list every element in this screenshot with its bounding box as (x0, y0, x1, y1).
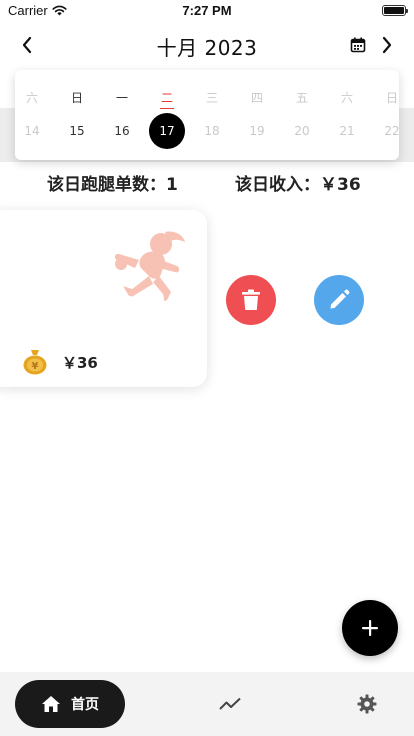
weekday-label: 三 (205, 91, 218, 105)
date-cell[interactable]: 19 (239, 117, 275, 145)
nav-settings-tab[interactable] (355, 692, 379, 716)
weekday-label: 一 (115, 91, 128, 105)
nav-home-label: 首页 (71, 697, 99, 713)
date-cell[interactable]: 15 (59, 117, 95, 145)
weekday-label: 四 (250, 91, 263, 105)
selected-day-underline (160, 108, 174, 109)
order-amount: ￥36 (62, 354, 98, 372)
order-card[interactable]: ¥ ￥36 (0, 210, 207, 387)
bottom-nav: 首页 (0, 672, 414, 736)
date-cell[interactable]: 18 (194, 117, 230, 145)
chevron-right-icon[interactable] (374, 32, 400, 58)
add-order-button[interactable] (342, 600, 398, 656)
selected-date-cell[interactable]: 17 (149, 113, 185, 149)
battery-fill (384, 7, 404, 14)
date-cell[interactable]: 16 (104, 117, 140, 145)
weekday-label: 日 (70, 91, 83, 105)
money-bag-icon: ¥ (23, 350, 47, 375)
week-strip[interactable]: 六 日 一 二 三 四 五 六 日 14 15 16 17 18 19 20 21 22 (15, 70, 399, 160)
svg-text:¥: ¥ (32, 361, 39, 372)
month-header: 十月 2023 (0, 28, 414, 62)
weekday-label: 六 (25, 91, 38, 105)
gear-icon (357, 694, 377, 714)
status-bar: Carrier 7:27 PM (0, 0, 414, 22)
dates-row: 14 15 16 17 18 19 20 21 22 (15, 113, 399, 149)
battery-icon (382, 5, 408, 16)
runner-icon (114, 231, 185, 301)
weekday-label: 二 (149, 84, 185, 112)
delete-button[interactable] (226, 275, 276, 325)
trash-icon (242, 289, 260, 310)
nav-stats-tab[interactable] (218, 692, 242, 716)
nav-home-tab[interactable]: 首页 (15, 680, 125, 728)
date-cell[interactable]: 22 (374, 117, 399, 145)
pencil-icon (330, 289, 350, 309)
plus-icon (362, 620, 378, 636)
edit-button[interactable] (314, 275, 364, 325)
home-icon (42, 696, 60, 712)
weekday-label: 六 (340, 91, 353, 105)
income-label: 该日收入：￥36 (235, 175, 361, 195)
calendar-icon[interactable] (348, 34, 368, 56)
date-cell[interactable]: 21 (329, 117, 365, 145)
daily-stats: 该日跑腿单数：1 该日收入：￥36 (0, 170, 414, 196)
status-time: 7:27 PM (182, 3, 232, 18)
weekday-labels-row: 六日一二三四五六日 (15, 84, 399, 112)
date-cell[interactable]: 14 (15, 117, 50, 145)
date-cell[interactable]: 20 (284, 117, 320, 145)
trend-line-icon (219, 697, 241, 710)
selected-date-bubble: 17 (149, 113, 185, 149)
order-count-label: 该日跑腿单数：1 (47, 175, 178, 195)
weekday-label: 日 (385, 91, 398, 105)
weekday-label: 五 (295, 91, 308, 105)
